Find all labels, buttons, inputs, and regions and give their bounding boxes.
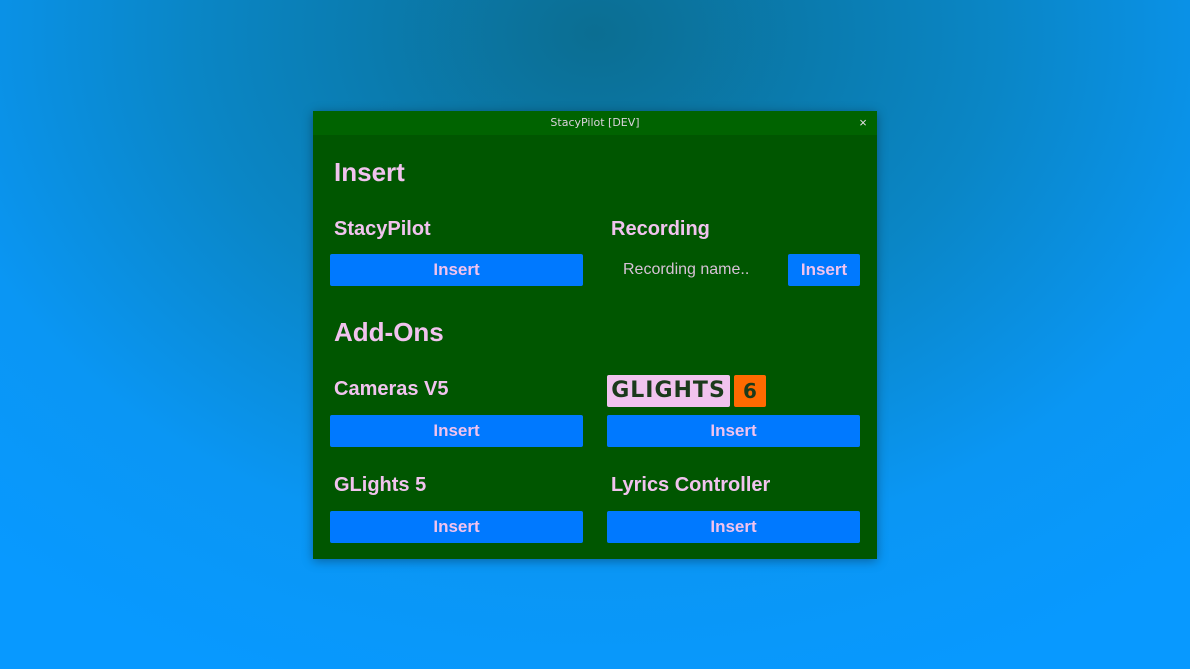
addons-heading: Add-Ons xyxy=(334,317,444,347)
recording-name-input[interactable] xyxy=(611,254,793,286)
insert-glights5-button[interactable]: Insert xyxy=(330,511,583,543)
insert-heading: Insert xyxy=(334,157,405,187)
glights-logo: GLIGHTS xyxy=(607,375,730,407)
insert-lyrics-button[interactable]: Insert xyxy=(607,511,860,543)
insert-stacypilot-button[interactable]: Insert xyxy=(330,254,583,286)
insert-recording-button[interactable]: Insert xyxy=(788,254,860,286)
recording-label: Recording xyxy=(611,218,710,240)
glights5-label: GLights 5 xyxy=(334,474,427,496)
cameras-v5-label: Cameras V5 xyxy=(334,378,449,400)
glights-version-badge: 6 xyxy=(734,375,766,407)
title-bar[interactable]: StacyPilot [DEV] × xyxy=(313,111,877,135)
insert-cameras-button[interactable]: Insert xyxy=(330,415,583,447)
stacypilot-window: StacyPilot [DEV] × Insert StacyPilot Ins… xyxy=(313,111,877,559)
lyrics-controller-label: Lyrics Controller xyxy=(611,474,771,496)
insert-glights6-button[interactable]: Insert xyxy=(607,415,860,447)
close-icon[interactable]: × xyxy=(855,115,871,131)
stacypilot-label: StacyPilot xyxy=(334,218,431,240)
window-title: StacyPilot [DEV] xyxy=(550,116,640,129)
